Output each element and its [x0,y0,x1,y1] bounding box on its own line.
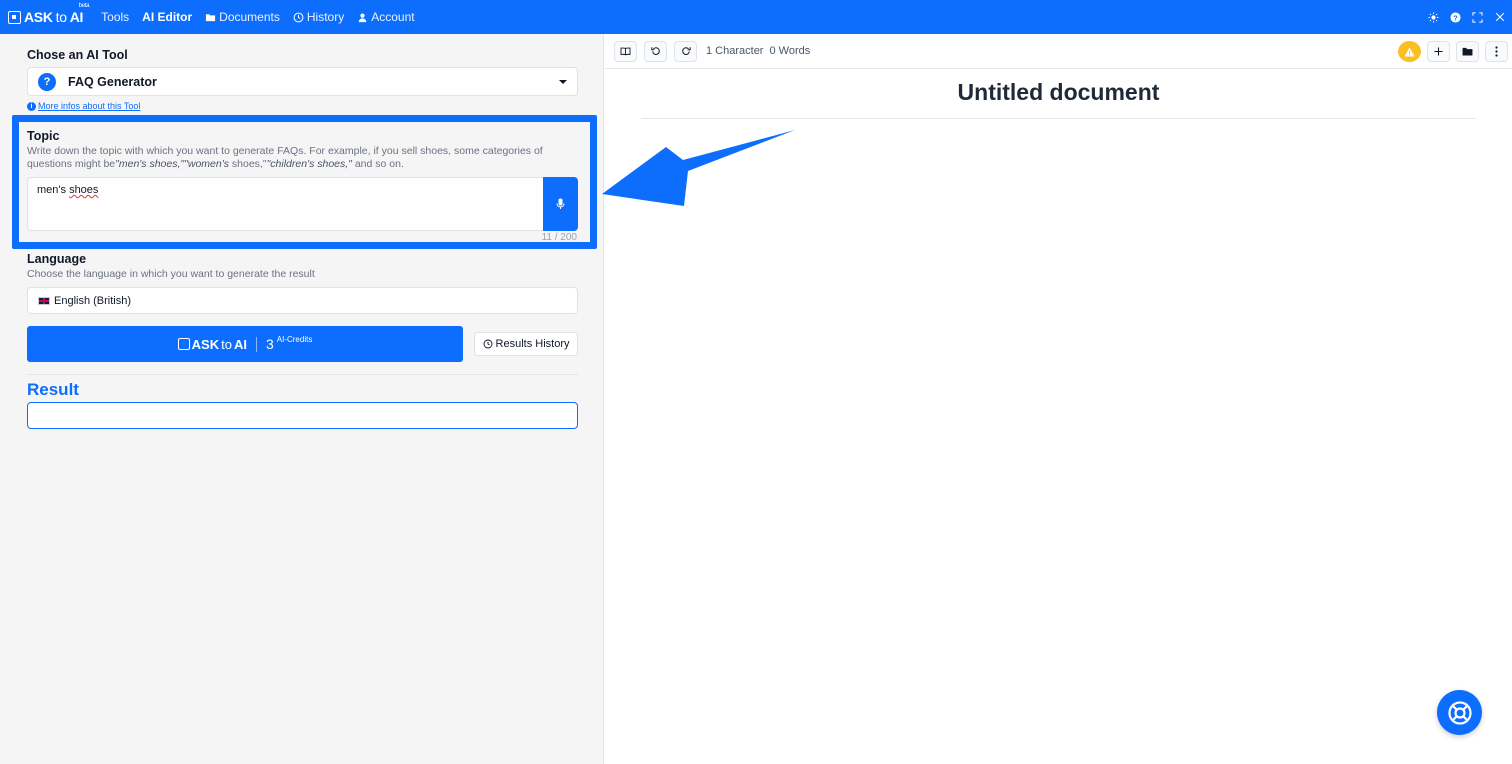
app-logo[interactable]: ASK to AI beta [8,3,89,25]
folder-icon[interactable] [1456,41,1479,62]
microphone-button[interactable] [543,177,578,231]
result-output[interactable] [27,402,578,429]
generate-button[interactable]: ASK to AI 3 AI-Credits [27,326,463,362]
more-vertical-icon[interactable] [1485,41,1508,62]
microphone-icon [556,198,565,209]
nav-documents-label: Documents [219,10,280,24]
sun-icon[interactable] [1427,11,1440,24]
more-info-label: More infos about this Tool [38,101,141,111]
help-circle-icon[interactable]: ? [1449,11,1462,24]
result-title: Result [27,380,79,399]
clock-icon [483,339,492,349]
tool-select-value: FAQ Generator [68,74,157,89]
support-lifebuoy-button[interactable] [1437,690,1482,735]
logo-ai: AI [69,9,84,25]
button-logo-ask: ASK [191,336,220,352]
user-icon [359,13,367,22]
character-count: 1 Character [706,45,764,57]
topic-desc-end: and so on. [351,158,404,170]
nav-account[interactable]: Account [357,10,415,24]
topic-input-text: men's [37,184,70,196]
top-nav-bar: ASK to AI beta Tools AI Editor Documents H… [0,0,1512,34]
nav-tools[interactable]: Tools [101,10,129,24]
close-icon[interactable] [1493,11,1506,24]
fullscreen-icon[interactable] [1471,11,1484,24]
top-right-controls: ? [1427,0,1506,34]
nav-ai-editor[interactable]: AI Editor [142,10,192,24]
info-icon: i [27,101,36,111]
chip-icon [8,10,21,24]
divider [27,374,578,375]
undo-icon[interactable] [644,40,667,62]
lifebuoy-icon [1447,700,1472,725]
clock-icon [293,12,304,22]
tool-select-label: Chose an AI Tool [27,48,128,62]
topic-example-childrens: "children's shoes," [266,158,352,170]
credits-number: 3 [265,336,274,352]
results-history-button[interactable]: Results History [474,332,578,356]
nav-history[interactable]: History [293,10,344,24]
language-select-value: English (British) [54,294,132,307]
language-select[interactable]: English (British) [27,287,578,314]
logo-ask: ASK [24,9,53,25]
generate-button-logo: ASK to AI [177,336,257,352]
button-logo-to: to [221,336,232,352]
topic-desc-mid: shoes," [228,158,267,170]
editor-toolbar-right [1398,41,1508,62]
book-icon[interactable] [614,40,637,62]
topic-input-text-underlined: shoes [69,184,99,196]
chip-icon [177,338,190,350]
nav-tools-label: Tools [101,10,130,24]
editor-toolbar: 1 Character 0 Words [605,34,1512,69]
question-icon: ? [38,72,56,91]
plus-icon[interactable] [1427,41,1450,62]
nav-account-label: Account [371,10,415,24]
character-counter: 11 / 200 [541,232,577,243]
nav-documents[interactable]: Documents [205,10,280,24]
redo-icon[interactable] [674,40,697,62]
topic-example-womens: "women's [184,158,229,170]
nav-ai-editor-label: AI Editor [142,10,193,24]
tool-select[interactable]: ? FAQ Generator [27,67,578,96]
logo-to: to [55,9,67,25]
tool-form-panel: Chose an AI Tool ? FAQ Generator i More … [0,34,604,764]
word-count: 1 Character 0 Words [706,45,816,57]
chevron-down-icon [559,79,567,84]
words-count: 0 Words [769,45,811,57]
credits-label: AI-Credits [276,334,313,344]
topic-input[interactable]: men's shoes [27,177,544,231]
warning-icon[interactable] [1398,41,1421,62]
svg-text:?: ? [1453,13,1458,22]
nav-history-label: History [306,10,345,24]
annotation-arrow-icon [602,130,795,206]
button-logo-ai: AI [233,336,247,352]
language-label: Language [27,252,87,266]
topic-label: Topic [27,129,60,143]
topic-description: Write down the topic with which you want… [27,145,575,171]
results-history-label: Results History [495,338,570,350]
folder-icon [206,13,216,21]
topic-example-mens: "men's shoes," [115,158,185,170]
title-divider [641,118,1476,119]
document-title[interactable]: Untitled document [605,79,1512,106]
logo-beta-badge: beta [78,3,90,9]
language-description: Choose the language in which you want to… [27,268,315,280]
more-info-link[interactable]: i More infos about this Tool [27,101,140,111]
uk-flag-icon [38,296,50,305]
